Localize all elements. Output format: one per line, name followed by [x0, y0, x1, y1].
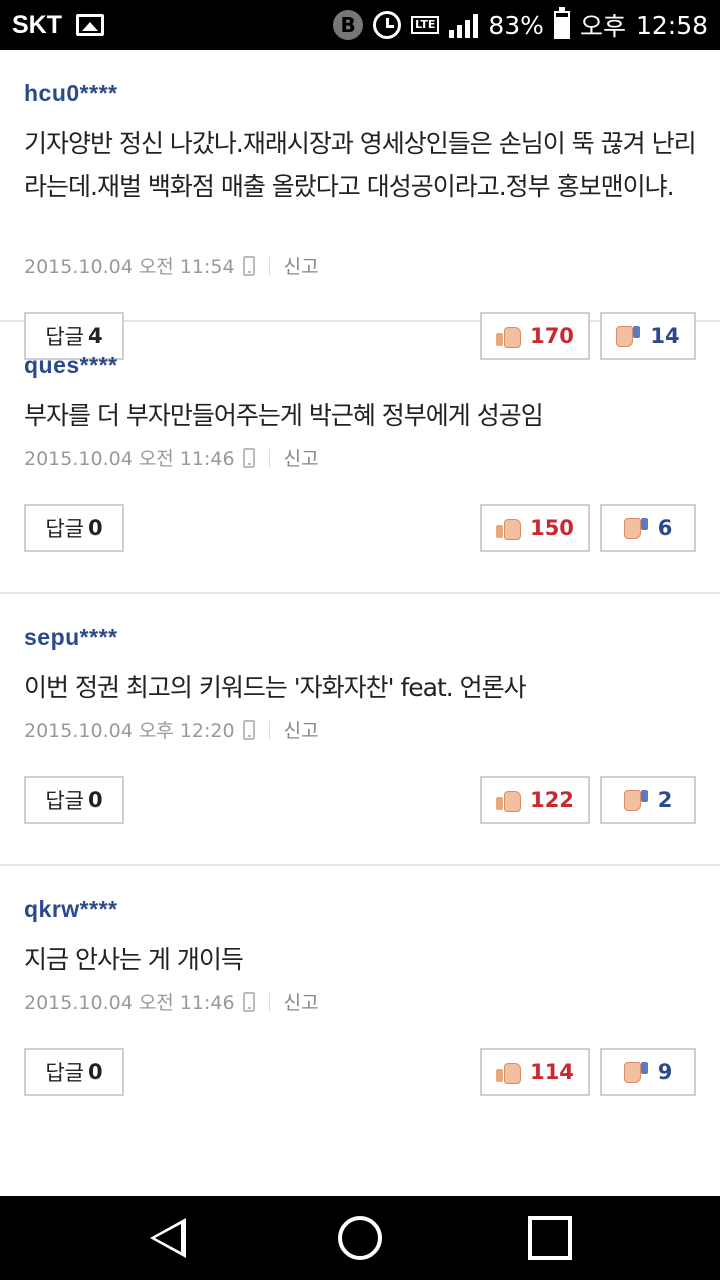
reply-count: 0	[88, 516, 103, 540]
dislike-button[interactable]: 9	[600, 1048, 696, 1096]
comment-item: sepu**** 이번 정권 최고의 키워드는 '자화자찬' feat. 언론사…	[0, 594, 720, 866]
comment-username[interactable]: ques****	[24, 352, 117, 379]
thumbs-down-icon	[623, 517, 648, 539]
divider	[268, 720, 270, 739]
like-count: 150	[530, 516, 574, 540]
bluetooth-icon: B	[333, 10, 364, 40]
reply-count: 0	[88, 788, 103, 812]
dislike-button[interactable]: 2	[600, 776, 696, 824]
like-button[interactable]: 150	[480, 504, 590, 552]
status-bar: SKT B LTE 83% 오후 12:58	[0, 0, 720, 50]
dislike-count: 9	[657, 1060, 673, 1084]
comment-meta: 2015.10.04 오전 11:54 신고	[24, 252, 319, 279]
signal-icon	[449, 12, 479, 38]
like-count: 114	[530, 1060, 574, 1084]
mobile-icon	[242, 991, 255, 1012]
comment-date: 2015.10.04 오후 12:20	[24, 720, 235, 742]
divider	[268, 992, 270, 1011]
alarm-icon	[373, 11, 402, 39]
clock-ampm: 오후	[579, 12, 626, 41]
like-button[interactable]: 114	[480, 1048, 590, 1096]
reply-label: 답글	[45, 1061, 84, 1085]
comment-username[interactable]: sepu****	[24, 624, 117, 651]
like-button[interactable]: 122	[480, 776, 590, 824]
reply-button[interactable]: 답글 0	[24, 776, 124, 824]
comment-date: 2015.10.04 오전 11:54	[24, 256, 235, 278]
comment-username[interactable]: hcu0****	[24, 80, 117, 107]
status-icons: B LTE 83% 오후 12:58	[333, 7, 708, 43]
carrier-label: SKT	[12, 10, 62, 39]
reply-label: 답글	[45, 517, 84, 541]
recent-apps-icon[interactable]	[528, 1216, 572, 1260]
reply-label: 답글	[45, 789, 84, 813]
back-icon[interactable]	[150, 1218, 186, 1258]
reply-button[interactable]: 답글 0	[24, 1048, 124, 1096]
comment-meta: 2015.10.04 오전 11:46 신고	[24, 444, 319, 471]
divider	[268, 256, 270, 275]
comment-list[interactable]: hcu0**** 기자양반 정신 나갔나.재래시장과 영세상인들은 손님이 뚝 …	[0, 50, 720, 1196]
battery-icon	[553, 7, 570, 39]
clock-time: 12:58	[635, 10, 708, 40]
thumbs-up-icon	[496, 517, 522, 540]
navigation-bar	[0, 1196, 720, 1280]
comment-date: 2015.10.04 오전 11:46	[24, 448, 235, 470]
battery-percent: 83%	[488, 10, 544, 40]
report-link[interactable]: 신고	[284, 252, 319, 279]
comment-username[interactable]: qkrw****	[24, 896, 117, 923]
comment-item: ques**** 부자를 더 부자만들어주는게 박근혜 정부에게 성공임 201…	[0, 322, 720, 594]
comment-item: qkrw**** 지금 안사는 게 개이득 2015.10.04 오전 11:4…	[0, 866, 720, 1138]
thumbs-down-icon	[623, 789, 648, 811]
comment-meta: 2015.10.04 오후 12:20 신고	[24, 716, 319, 743]
home-icon[interactable]	[338, 1216, 382, 1260]
reply-count: 0	[88, 1060, 103, 1084]
comment-text: 이번 정권 최고의 키워드는 '자화자찬' feat. 언론사	[24, 673, 527, 702]
divider	[268, 448, 270, 467]
mobile-icon	[242, 447, 255, 468]
report-link[interactable]: 신고	[284, 716, 319, 743]
report-link[interactable]: 신고	[284, 988, 319, 1015]
reply-button[interactable]: 답글 0	[24, 504, 124, 552]
gallery-notification-icon	[76, 14, 104, 36]
dislike-count: 6	[657, 516, 673, 540]
mobile-icon	[242, 719, 255, 740]
report-link[interactable]: 신고	[284, 444, 319, 471]
dislike-button[interactable]: 6	[600, 504, 696, 552]
thumbs-down-icon	[623, 1061, 648, 1083]
mobile-icon	[242, 255, 255, 276]
comment-text: 부자를 더 부자만들어주는게 박근혜 정부에게 성공임	[24, 401, 544, 430]
like-count: 122	[530, 788, 574, 812]
comment-meta: 2015.10.04 오전 11:46 신고	[24, 988, 319, 1015]
comment-date: 2015.10.04 오전 11:46	[24, 992, 235, 1014]
thumbs-up-icon	[496, 789, 522, 812]
thumbs-up-icon	[496, 1061, 522, 1084]
comment-item: hcu0**** 기자양반 정신 나갔나.재래시장과 영세상인들은 손님이 뚝 …	[0, 50, 720, 360]
comment-text: 기자양반 정신 나갔나.재래시장과 영세상인들은 손님이 뚝 끊겨 난리라는데.…	[24, 129, 697, 201]
comment-text: 지금 안사는 게 개이득	[24, 945, 244, 974]
dislike-count: 2	[657, 788, 673, 812]
lte-icon: LTE	[411, 16, 440, 34]
